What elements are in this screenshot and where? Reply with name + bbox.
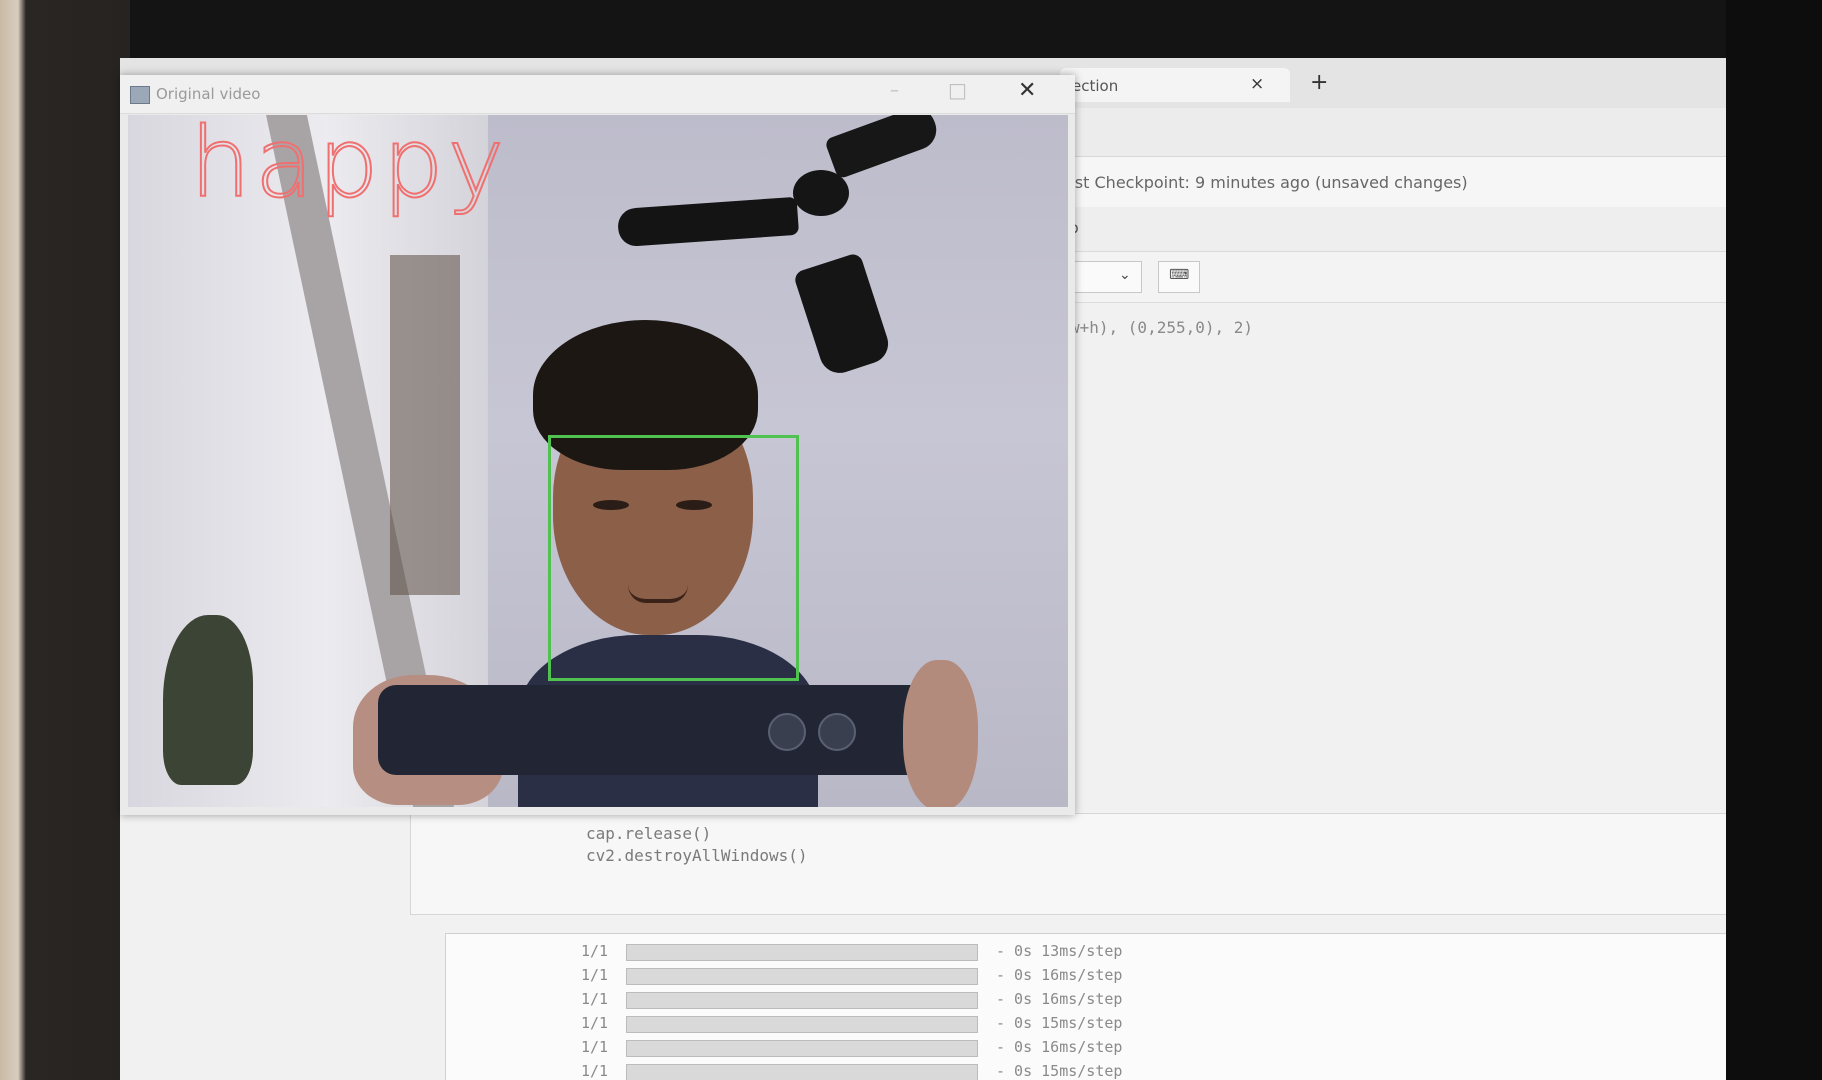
progress-fill (627, 969, 977, 984)
video-window[interactable]: Original video – □ ✕ happy (120, 75, 1075, 815)
progress-bar (626, 968, 978, 985)
output-row: 1/1 - 0s 15ms/step (446, 1012, 1726, 1036)
step-count: 1/1 (581, 942, 609, 960)
phone-camera-lens (768, 713, 806, 751)
output-row: 1/1 - 0s 15ms/step (446, 1060, 1726, 1080)
browser-tab[interactable]: ection × (1060, 68, 1290, 102)
code-line-rectangle: w+h), (0,255,0), 2) (1070, 318, 1254, 337)
progress-bar (626, 1064, 978, 1080)
chevron-down-icon: ⌄ (1119, 267, 1131, 283)
keyboard-icon: ⌨ (1169, 267, 1190, 283)
output-row: 1/1 - 0s 13ms/step (446, 940, 1726, 964)
emotion-label: happy (189, 115, 509, 220)
progress-fill (627, 993, 977, 1008)
step-count: 1/1 (581, 990, 609, 1008)
ceiling-fan-blade (616, 196, 800, 248)
progress-fill (627, 1017, 977, 1032)
video-window-titlebar[interactable]: Original video – □ ✕ (120, 75, 1075, 114)
output-row: 1/1 - 0s 16ms/step (446, 964, 1726, 988)
checkpoint-status: ast Checkpoint: 9 minutes ago (unsaved c… (1065, 173, 1468, 192)
code-line: cv2.destroyAllWindows() (586, 846, 808, 865)
progress-bar (626, 1016, 978, 1033)
window-title: Original video (156, 85, 261, 103)
cell-output: 1/1 - 0s 13ms/step 1/1 - 0s 16ms/step 1/… (445, 933, 1726, 1080)
minimize-button[interactable]: – (890, 80, 899, 101)
maximize-button[interactable]: □ (948, 78, 967, 102)
smartphone (378, 685, 963, 775)
shelf (390, 255, 460, 595)
tab-close-icon[interactable]: × (1250, 74, 1264, 94)
ceiling-fan-blade (824, 115, 942, 180)
step-time: - 0s 15ms/step (996, 1062, 1123, 1080)
command-palette-button[interactable]: ⌨ (1158, 261, 1200, 293)
ceiling-fan-blade (792, 251, 894, 379)
ceiling-fan-hub (793, 170, 849, 216)
step-count: 1/1 (581, 1062, 609, 1080)
step-time: - 0s 13ms/step (996, 942, 1123, 960)
app-icon (130, 86, 150, 104)
output-row: 1/1 - 0s 16ms/step (446, 988, 1726, 1012)
step-count: 1/1 (581, 966, 609, 984)
step-time: - 0s 15ms/step (996, 1014, 1123, 1032)
progress-bar (626, 992, 978, 1009)
new-tab-icon[interactable]: + (1310, 70, 1328, 95)
plant (163, 615, 253, 785)
step-count: 1/1 (581, 1014, 609, 1032)
code-line: cap.release() (586, 824, 712, 843)
progress-bar (626, 1040, 978, 1057)
output-row: 1/1 - 0s 16ms/step (446, 1036, 1726, 1060)
progress-bar (626, 944, 978, 961)
person-hand (903, 660, 978, 807)
progress-fill (627, 945, 977, 960)
step-time: - 0s 16ms/step (996, 1038, 1123, 1056)
screen-bezel-left (0, 0, 130, 1080)
close-button[interactable]: ✕ (1018, 78, 1036, 103)
progress-fill (627, 1041, 977, 1056)
code-cell[interactable]: cap.release() cv2.destroyAllWindows() (410, 813, 1726, 915)
video-frame: happy (128, 115, 1068, 807)
face-detection-box (548, 435, 799, 681)
step-time: - 0s 16ms/step (996, 990, 1123, 1008)
step-time: - 0s 16ms/step (996, 966, 1123, 984)
step-count: 1/1 (581, 1038, 609, 1056)
phone-camera-lens (818, 713, 856, 751)
screen-bezel-right (1726, 0, 1822, 1080)
progress-fill (627, 1065, 977, 1080)
tab-title: ection (1072, 77, 1119, 95)
